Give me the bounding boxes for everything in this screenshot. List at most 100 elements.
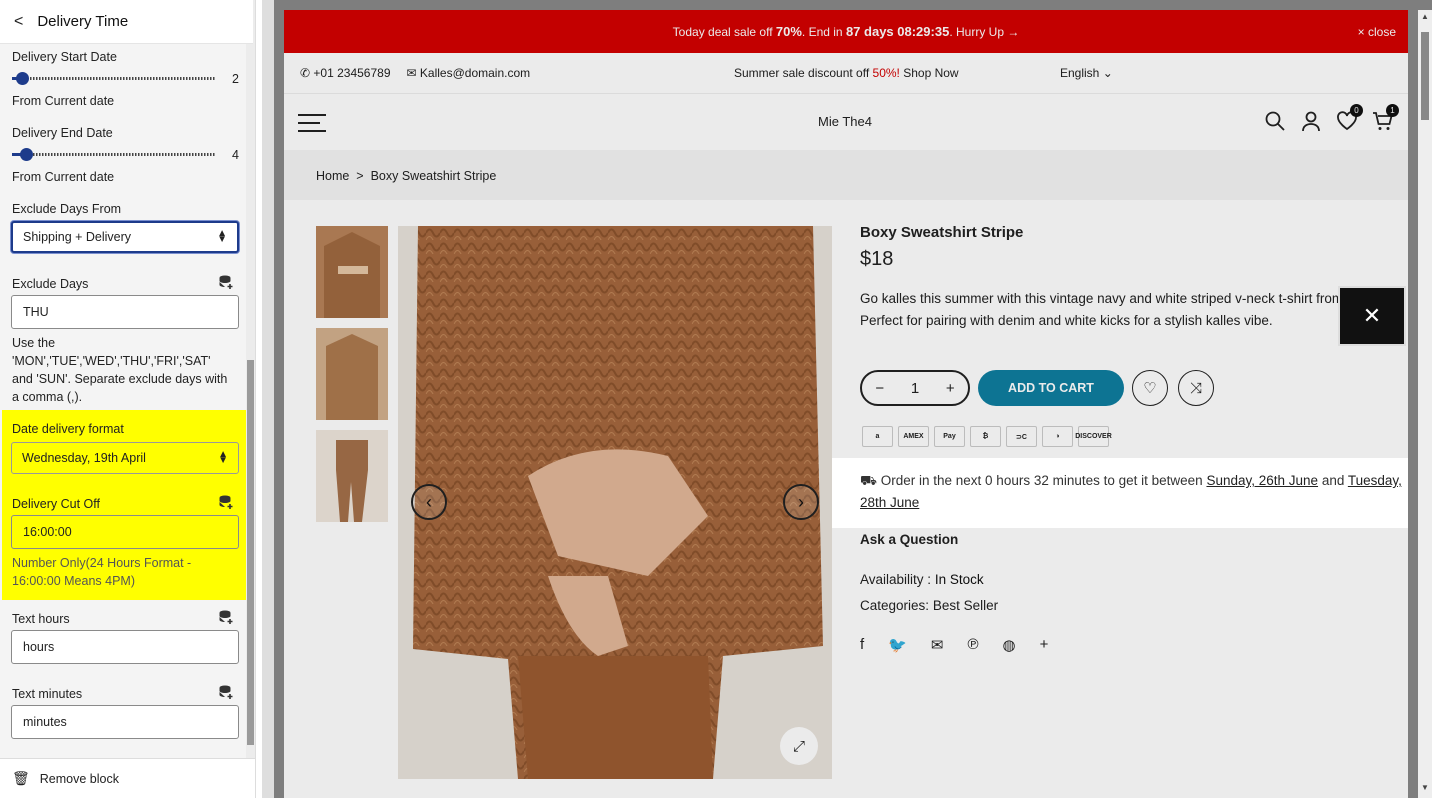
theme-tools-button[interactable]: ✕ [1338, 286, 1406, 346]
payment-icon: ₿ [970, 426, 1001, 447]
text-minutes-value: minutes [23, 715, 67, 729]
product-thumbnail[interactable] [316, 226, 388, 318]
text-minutes-input[interactable]: minutes [11, 705, 239, 739]
product-thumbnail[interactable] [316, 328, 388, 420]
delivery-time-message: ⛟ Order in the next 0 hours 32 minutes t… [832, 458, 1408, 528]
twitter-icon[interactable]: 🐦 [888, 636, 907, 654]
facebook-icon[interactable]: f [860, 636, 864, 654]
prev-image-button[interactable]: ‹ [411, 484, 447, 520]
availability-value: In Stock [934, 572, 984, 587]
end-date-label: Delivery End Date [12, 126, 113, 140]
delivery-text: Order in the next 0 hours 32 minutes to … [880, 473, 1203, 488]
scroll-up-arrow-icon[interactable]: ▲ [1421, 12, 1429, 21]
phone-icon: ✆ [300, 66, 311, 80]
announce-text-mid: . End in [801, 24, 843, 39]
cutoff-help: Number Only(24 Hours Format - 16:00:00 M… [12, 556, 192, 588]
exclude-from-value: Shipping + Delivery [23, 230, 132, 244]
scroll-down-arrow-icon[interactable]: ▼ [1421, 783, 1429, 792]
heart-icon: ♡ [1143, 380, 1157, 397]
start-date-label: Delivery Start Date [12, 50, 117, 64]
preview-scrollbar-thumb[interactable] [1421, 32, 1429, 120]
categories: Categories: Best Seller [860, 598, 999, 613]
delivery-start-date: Sunday, 26th June [1206, 473, 1319, 488]
minus-icon[interactable]: − [875, 380, 884, 397]
category-link[interactable]: Best Seller [933, 598, 998, 613]
dynamic-source-icon[interactable] [218, 609, 234, 625]
exclude-from-select[interactable]: Shipping + Delivery ▲ ▼ [11, 221, 239, 253]
phone-link[interactable]: ✆ +01 23456789 [300, 66, 391, 80]
start-date-slider[interactable] [12, 72, 215, 85]
ask-question-link[interactable]: Ask a Question [860, 532, 958, 547]
end-date-slider-knob[interactable] [20, 148, 33, 161]
menu-icon[interactable] [298, 114, 326, 138]
remove-block-label: Remove block [39, 771, 119, 786]
next-image-button[interactable]: › [783, 484, 819, 520]
panel-body: Delivery Start Date 2 From Current date … [0, 44, 254, 758]
panel-scrollbar[interactable] [246, 0, 255, 760]
chevron-left-icon: ‹ [426, 491, 432, 512]
email-link[interactable]: ✉ Kalles@domain.com [407, 66, 531, 80]
payment-icon: a [862, 426, 893, 447]
breadcrumb-current: Boxy Sweatshirt Stripe [370, 169, 497, 183]
cutoff-value: 16:00:00 [23, 525, 72, 539]
exclude-days-input[interactable]: THU [11, 295, 239, 329]
remove-block-button[interactable]: 🗑 Remove block [0, 758, 255, 798]
quantity-stepper[interactable]: − 1 + [860, 370, 970, 406]
text-hours-input[interactable]: hours [11, 630, 239, 664]
quantity-value: 1 [910, 379, 920, 397]
highlight-region: Date delivery format Wednesday, 19th Apr… [2, 410, 254, 600]
contact-info: ✆ +01 23456789 ✉ Kalles@domain.com [300, 66, 530, 80]
payment-icon: ◑ [1042, 426, 1073, 447]
zoom-button[interactable]: ⤢ [780, 727, 818, 765]
cutoff-label: Delivery Cut Off [12, 497, 100, 511]
date-format-label: Date delivery format [12, 422, 124, 436]
panel-title: Delivery Time [37, 13, 129, 30]
truck-icon: ⛟ [860, 473, 877, 488]
select-arrows-icon: ▲ ▼ [218, 449, 228, 466]
shuffle-icon: ⤨ [1189, 379, 1202, 397]
product-title: Boxy Sweatshirt Stripe [860, 224, 1024, 241]
dynamic-source-icon[interactable] [218, 274, 234, 290]
panel-scrollbar-thumb[interactable] [247, 360, 254, 745]
panel-divider-scrollbar[interactable] [262, 0, 274, 798]
email-icon[interactable]: ✉ [931, 636, 944, 654]
dynamic-source-icon[interactable] [218, 494, 234, 510]
mail-icon: ✉ [406, 66, 417, 80]
product-description: Go kalles this summer with this vintage … [860, 291, 1401, 328]
back-arrow-icon[interactable]: < [14, 13, 23, 31]
add-to-wishlist-button[interactable]: ♡ [1132, 370, 1168, 406]
cutoff-input[interactable]: 16:00:00 [11, 515, 239, 549]
product-main-image[interactable]: ‹ › [398, 226, 832, 779]
more-share-icon[interactable]: + [1040, 636, 1049, 654]
messenger-icon[interactable]: ◍ [1003, 636, 1016, 654]
text-hours-label: Text hours [12, 612, 70, 626]
product-info: Boxy Sweatshirt Stripe $18 Go kalles thi… [860, 10, 1408, 798]
product-thumbnail[interactable] [316, 430, 388, 522]
pinterest-icon[interactable]: ℗ [967, 636, 978, 654]
payment-icon: AMEX [898, 426, 929, 447]
start-date-slider-knob[interactable] [16, 72, 29, 85]
compare-button[interactable]: ⤨ [1178, 370, 1214, 406]
sweater-photo [398, 226, 832, 779]
product-price: $18 [860, 248, 894, 270]
end-date-value: 4 [232, 148, 239, 162]
social-share: f 🐦 ✉ ℗ ◍ + [860, 636, 1048, 654]
date-format-value: Wednesday, 19th April [22, 451, 146, 465]
chevron-right-icon: › [798, 491, 804, 512]
preview-scrollbar[interactable]: ▲ ▼ [1418, 10, 1432, 798]
select-arrows-icon: ▲ ▼ [217, 228, 227, 245]
exclude-days-value: THU [23, 305, 49, 319]
dynamic-source-icon[interactable] [218, 684, 234, 700]
exclude-days-help: Use the 'MON','TUE','WED','THU','FRI','S… [12, 336, 228, 404]
tools-icon: ✕ [1362, 303, 1382, 328]
breadcrumb-home[interactable]: Home [316, 169, 349, 183]
end-date-slider[interactable] [12, 148, 215, 161]
date-format-select[interactable]: Wednesday, 19th April ▲ ▼ [11, 442, 239, 474]
trash-icon: 🗑 [12, 770, 30, 786]
panel-header: < Delivery Time [0, 0, 253, 44]
add-to-cart-button[interactable]: ADD TO CART [978, 370, 1124, 406]
end-date-help: From Current date [12, 170, 115, 184]
start-date-value: 2 [232, 72, 239, 86]
delivery-and: and [1321, 473, 1345, 488]
plus-icon[interactable]: + [946, 380, 955, 397]
